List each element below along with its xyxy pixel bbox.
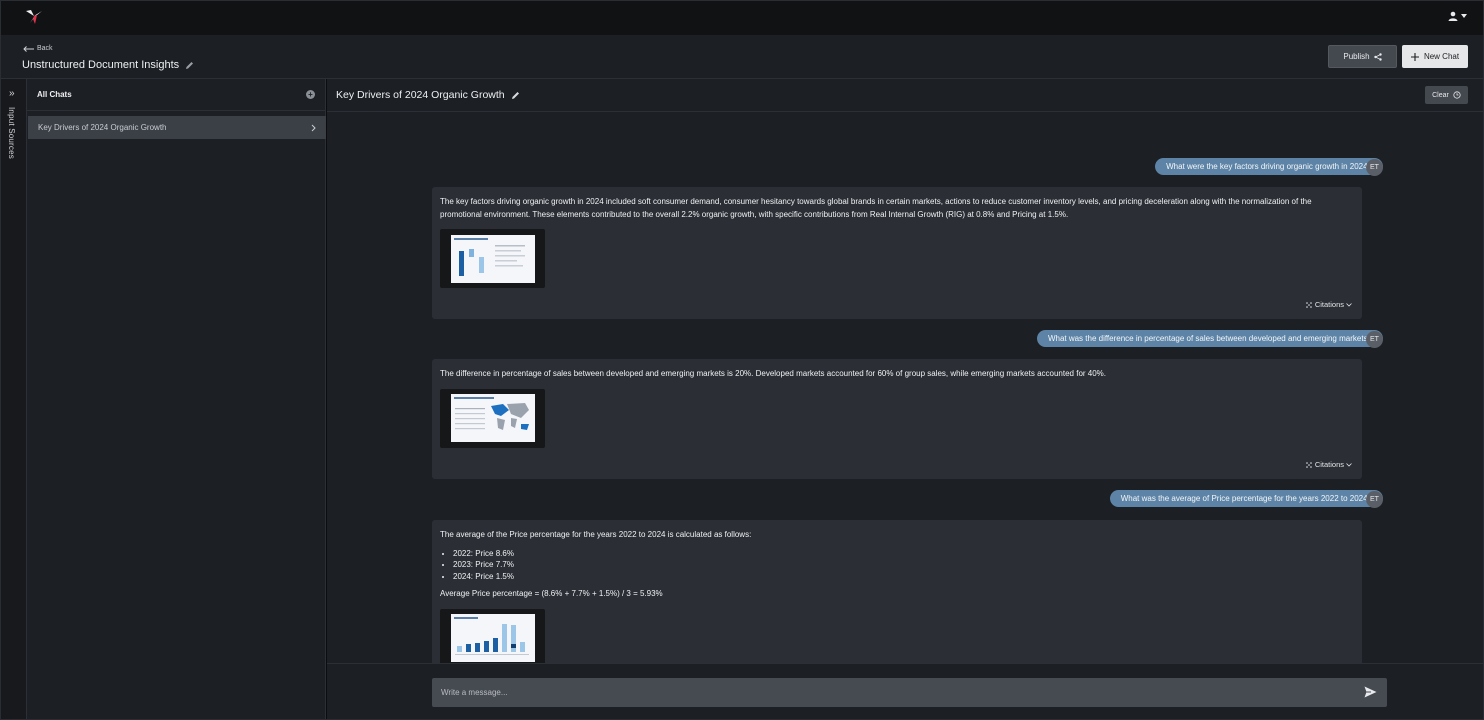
citation-thumbnail[interactable] <box>440 388 545 448</box>
list-item: 2023: Price 7.7% <box>453 559 1354 571</box>
sparkle-icon <box>1306 302 1312 309</box>
add-chat-icon[interactable]: + <box>306 90 315 99</box>
clear-button[interactable]: Clear <box>1425 86 1468 104</box>
user-message-bubble: What was the difference in percentage of… <box>1036 330 1383 347</box>
message-composer <box>432 678 1387 707</box>
back-link[interactable]: Back <box>23 45 53 52</box>
user-message-bubble: What was the average of Price percentage… <box>1109 490 1383 507</box>
page-title-text: Unstructured Document Insights <box>22 59 180 71</box>
message-input[interactable] <box>432 678 1352 707</box>
chevron-down-icon <box>1346 463 1352 467</box>
citation-thumbnail[interactable] <box>440 229 545 288</box>
chat-header: Key Drivers of 2024 Organic Growth Clear <box>327 79 1483 112</box>
caret-down-icon <box>1461 14 1467 18</box>
chat-title-text: Key Drivers of 2024 Organic Growth <box>336 89 505 101</box>
citations-toggle[interactable]: Citations <box>1305 299 1352 312</box>
sparkle-icon <box>1306 462 1312 469</box>
list-item: 2024: Price 1.5% <box>453 571 1354 583</box>
user-icon <box>1448 11 1458 21</box>
assistant-message: The difference in percentage of sales be… <box>432 359 1362 479</box>
composer-area <box>327 663 1483 719</box>
page-title: Unstructured Document Insights <box>22 59 194 71</box>
pencil-icon[interactable] <box>185 61 194 70</box>
citations-toggle[interactable]: Citations <box>1305 459 1352 472</box>
publish-button[interactable]: Publish <box>1328 45 1397 68</box>
send-icon[interactable] <box>1364 686 1377 698</box>
assistant-message-text: The difference in percentage of sales be… <box>440 369 1107 378</box>
sidebar-item-chat[interactable]: Key Drivers of 2024 Organic Growth <box>28 116 326 139</box>
input-sources-toggle[interactable]: Input Sources <box>7 107 16 159</box>
citations-label: Citations <box>1314 460 1344 469</box>
citations-label: Citations <box>1314 300 1344 309</box>
app-window: Back Unstructured Document Insights Publ… <box>0 0 1484 720</box>
pencil-icon[interactable] <box>511 91 520 100</box>
slide-preview-image <box>450 614 535 662</box>
user-avatar: ET <box>1366 331 1383 348</box>
history-icon <box>1453 91 1461 99</box>
citation-thumbnail[interactable] <box>440 608 545 663</box>
chevron-down-icon <box>1346 303 1352 307</box>
new-chat-button[interactable]: New Chat <box>1402 45 1468 68</box>
share-icon <box>1373 52 1382 61</box>
message-thread[interactable]: What were the key factors driving organi… <box>327 112 1483 663</box>
back-label: Back <box>37 45 53 52</box>
all-chats-heading: All Chats <box>37 90 72 99</box>
user-message: What was the average of Price percentage… <box>1109 490 1383 507</box>
chat-panel: Key Drivers of 2024 Organic Growth Clear… <box>327 79 1483 719</box>
assistant-message: The key factors driving organic growth i… <box>432 187 1362 319</box>
slide-preview-image <box>450 394 535 442</box>
input-sources-rail: » Input Sources <box>1 79 27 719</box>
list-item: 2022: Price 8.6% <box>453 548 1354 560</box>
assistant-message-formula: Average Price percentage = (8.6% + 7.7% … <box>440 589 663 598</box>
assistant-message-text: The key factors driving organic growth i… <box>440 197 1312 219</box>
chat-list-sidebar: All Chats + Key Drivers of 2024 Organic … <box>27 79 326 719</box>
user-avatar: ET <box>1366 159 1383 176</box>
user-message-bubble: What were the key factors driving organi… <box>1155 158 1383 175</box>
price-list: 2022: Price 8.6% 2023: Price 7.7% 2024: … <box>453 548 1354 583</box>
assistant-message: The average of the Price percentage for … <box>432 520 1362 663</box>
clear-label: Clear <box>1432 91 1449 99</box>
new-chat-label: New Chat <box>1423 52 1460 61</box>
user-avatar: ET <box>1366 491 1383 508</box>
user-message: What was the difference in percentage of… <box>1036 330 1383 347</box>
top-bar <box>1 1 1483 35</box>
sidebar-header: All Chats + <box>27 79 325 111</box>
brand-logo-icon[interactable] <box>25 9 43 25</box>
user-message: What were the key factors driving organi… <box>1155 158 1383 175</box>
chevron-right-icon <box>311 124 316 131</box>
publish-label: Publish <box>1343 52 1370 61</box>
page-header: Back Unstructured Document Insights Publ… <box>1 35 1483 79</box>
plus-icon <box>1410 52 1419 61</box>
assistant-message-intro: The average of the Price percentage for … <box>440 530 752 539</box>
slide-preview-image <box>450 234 535 283</box>
arrow-left-icon <box>23 45 34 52</box>
sidebar-item-label: Key Drivers of 2024 Organic Growth <box>38 123 167 132</box>
user-menu[interactable] <box>1448 11 1467 21</box>
expand-rail-icon[interactable]: » <box>9 88 15 99</box>
chat-title: Key Drivers of 2024 Organic Growth <box>336 89 520 101</box>
